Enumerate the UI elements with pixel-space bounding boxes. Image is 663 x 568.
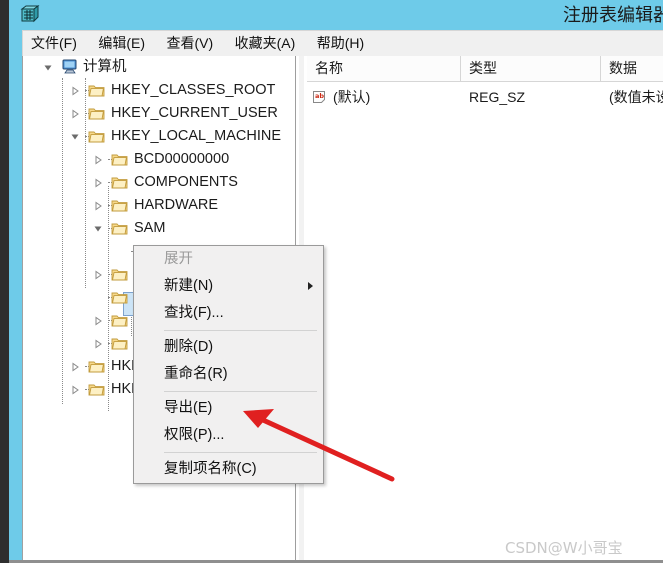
expand-triangle-icon[interactable] (70, 109, 80, 119)
collapse-triangle-icon[interactable] (43, 63, 53, 73)
expand-triangle-icon[interactable] (93, 201, 103, 211)
folder-icon (111, 313, 128, 328)
context-menu-label: 权限(P)... (164, 427, 225, 443)
menu-favorites[interactable]: 收藏夹(A) (227, 31, 305, 55)
column-header-name[interactable]: 名称 (307, 56, 461, 81)
context-menu-label: 导出(E) (164, 400, 213, 416)
folder-icon (88, 359, 105, 374)
list-item[interactable]: ab (默认) REG_SZ (数值未设 (307, 86, 663, 110)
context-menu-item-expand: 展开 (134, 246, 323, 273)
tree-label: HKEY_CURRENT_USER (111, 105, 278, 121)
tree-item-components[interactable]: COMPONENTS (23, 171, 294, 194)
context-menu-separator (164, 330, 317, 331)
column-header-type[interactable]: 类型 (461, 56, 601, 81)
expand-triangle-icon[interactable] (70, 362, 80, 372)
tree-label: 计算机 (83, 59, 127, 75)
tree-label: HKEY_LOCAL_MACHINE (111, 128, 282, 144)
value-data: (数值未设 (609, 89, 663, 105)
column-header-label: 名称 (315, 60, 343, 76)
menu-file[interactable]: 文件(F) (23, 31, 86, 55)
menubar: 文件(F) 编辑(E) 查看(V) 收藏夹(A) 帮助(H) (22, 30, 663, 57)
folder-icon (111, 175, 128, 190)
folder-icon (111, 221, 128, 236)
context-menu-separator (164, 391, 317, 392)
window-titlebar: 注册表编辑器 (9, 0, 663, 28)
expand-triangle-icon[interactable] (70, 86, 80, 96)
expand-triangle-icon[interactable] (93, 339, 103, 349)
desktop-background-strip (0, 0, 9, 568)
folder-icon (88, 106, 105, 121)
tree-label: COMPONENTS (134, 174, 238, 190)
context-menu-item-export[interactable]: 导出(E) (134, 395, 323, 422)
tree-item-hkey-current-user[interactable]: HKEY_CURRENT_USER (23, 102, 294, 125)
svg-text:ab: ab (315, 92, 324, 100)
expand-triangle-icon[interactable] (93, 155, 103, 165)
value-name: (默认) (333, 89, 371, 105)
menu-help[interactable]: 帮助(H) (309, 31, 373, 55)
tree-label: SAM (134, 220, 166, 236)
context-menu-item-find[interactable]: 查找(F)... (134, 300, 323, 327)
collapse-triangle-icon[interactable] (93, 224, 103, 234)
expand-triangle-icon[interactable] (93, 316, 103, 326)
registry-values-pane[interactable]: 名称 类型 数据 ab (默认) REG_SZ (数值未设 (307, 56, 663, 560)
folder-icon (88, 83, 105, 98)
computer-icon (61, 59, 79, 75)
column-header-label: 数据 (609, 60, 637, 76)
context-menu-item-delete[interactable]: 删除(D) (134, 334, 323, 361)
menu-view[interactable]: 查看(V) (158, 31, 222, 55)
registry-editor-icon (20, 4, 40, 24)
tree-item-computer[interactable]: 计算机 (23, 56, 294, 79)
folder-icon (88, 382, 105, 397)
tree-item-hkey-local-machine[interactable]: HKEY_LOCAL_MACHINE (23, 125, 294, 148)
context-menu-separator (164, 452, 317, 453)
watermark-text: CSDN@W小哥宝 (505, 539, 623, 557)
context-menu-label: 删除(D) (164, 339, 214, 355)
context-menu-item-new[interactable]: 新建(N) (134, 273, 323, 300)
expand-triangle-icon[interactable] (93, 270, 103, 280)
client-area: 计算机 HKEY_CLASSES_ROOT HKEY_CURRENT_USER … (22, 56, 663, 560)
tree-label: HKEY_CLASSES_ROOT (111, 82, 276, 98)
folder-icon (111, 198, 128, 213)
window-title: 注册表编辑器 (563, 5, 663, 25)
folder-icon (111, 336, 128, 351)
menu-edit[interactable]: 编辑(E) (90, 31, 154, 55)
collapse-triangle-icon[interactable] (70, 132, 80, 142)
column-header-data[interactable]: 数据 (601, 56, 663, 81)
tree-item-hardware[interactable]: HARDWARE (23, 194, 294, 217)
context-menu-label: 查找(F)... (164, 305, 224, 321)
folder-icon (111, 152, 128, 167)
tree-label: BCD00000000 (134, 151, 230, 167)
chevron-right-icon (308, 282, 313, 290)
page-bottom-margin (0, 563, 663, 568)
tree-item-bcd00000000[interactable]: BCD00000000 (23, 148, 294, 171)
context-menu-label: 重命名(R) (164, 366, 228, 382)
folder-icon (111, 267, 128, 282)
context-menu-item-copy-key-name[interactable]: 复制项名称(C) (134, 456, 323, 483)
registry-editor-window: 注册表编辑器 文件(F) 编辑(E) 查看(V) 收藏夹(A) 帮助(H) 计算… (9, 0, 663, 561)
context-menu-label: 复制项名称(C) (164, 461, 257, 477)
tree-label: HARDWARE (134, 197, 219, 213)
folder-icon (88, 129, 105, 144)
folder-icon (111, 290, 128, 305)
expand-triangle-icon[interactable] (70, 385, 80, 395)
context-menu-label: 新建(N) (164, 278, 214, 294)
expand-triangle-icon[interactable] (93, 178, 103, 188)
list-header-row: 名称 类型 数据 (307, 56, 663, 82)
tree-item-hkey-classes-root[interactable]: HKEY_CLASSES_ROOT (23, 79, 294, 102)
column-header-label: 类型 (469, 60, 497, 76)
value-type: REG_SZ (469, 89, 526, 105)
context-menu[interactable]: 展开 新建(N) 查找(F)... 删除(D) 重命名(R) 导出(E) 权限(… (133, 245, 324, 484)
context-menu-item-permissions[interactable]: 权限(P)... (134, 422, 323, 449)
string-value-icon: ab (312, 90, 329, 106)
tree-item-sam[interactable]: SAM (23, 217, 294, 240)
context-menu-label: 展开 (164, 251, 193, 267)
context-menu-item-rename[interactable]: 重命名(R) (134, 361, 323, 388)
